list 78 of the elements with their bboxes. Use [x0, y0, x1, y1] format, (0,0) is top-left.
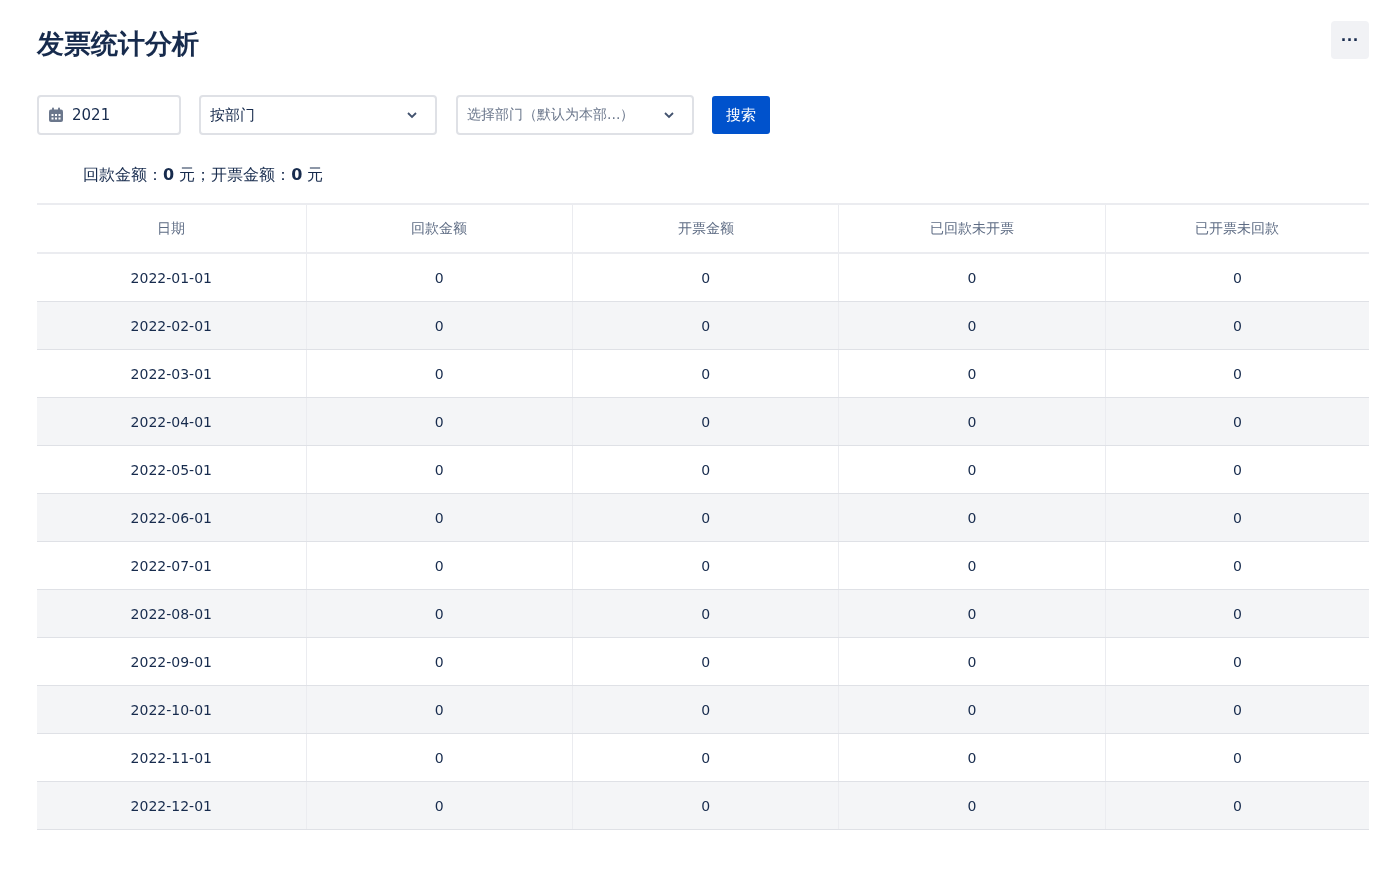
table-cell: 0: [306, 589, 573, 638]
table-cell: 2022-04-01: [37, 397, 307, 446]
table-cell: 0: [1105, 685, 1369, 734]
column-header: 日期: [37, 204, 307, 253]
table-cell: 0: [838, 493, 1106, 542]
table-cell: 0: [572, 253, 839, 302]
table-cell: 0: [838, 445, 1106, 494]
table-cell: 0: [838, 685, 1106, 734]
table-cell: 0: [1105, 781, 1369, 830]
summary-text: 回款金额：0 元；开票金额：0 元: [83, 165, 325, 186]
table-cell: 0: [838, 541, 1106, 590]
table-cell: 0: [306, 685, 573, 734]
column-header: 已回款未开票: [838, 204, 1106, 253]
table-cell: 0: [1105, 349, 1369, 398]
table-cell: 2022-12-01: [37, 781, 307, 830]
department-placeholder: 选择部门（默认为本部...）: [467, 106, 635, 124]
table-cell: 0: [572, 541, 839, 590]
table-cell: 0: [572, 733, 839, 782]
table-cell: 0: [572, 301, 839, 350]
table-cell: 0: [1105, 301, 1369, 350]
table-cell: 0: [306, 349, 573, 398]
table-cell: 0: [572, 589, 839, 638]
table-cell: 0: [306, 637, 573, 686]
page-title: 发票统计分析: [37, 27, 199, 61]
table-cell: 0: [1105, 493, 1369, 542]
table-cell: 0: [572, 781, 839, 830]
table-cell: 0: [572, 349, 839, 398]
table-cell: 0: [572, 685, 839, 734]
column-header: 已开票未回款: [1105, 204, 1369, 253]
table-cell: 2022-09-01: [37, 637, 307, 686]
year-picker[interactable]: 2021: [37, 95, 181, 135]
table-cell: 2022-02-01: [37, 301, 307, 350]
table-cell: 2022-05-01: [37, 445, 307, 494]
table-cell: 0: [838, 589, 1106, 638]
table-cell: 0: [1105, 589, 1369, 638]
department-select[interactable]: 选择部门（默认为本部...）: [456, 95, 694, 135]
table-cell: 2022-11-01: [37, 733, 307, 782]
table-cell: 0: [838, 637, 1106, 686]
more-button[interactable]: ···: [1331, 21, 1369, 59]
table-cell: 0: [1105, 637, 1369, 686]
table-cell: 0: [838, 253, 1106, 302]
table-cell: 0: [306, 253, 573, 302]
chevron-down-icon: [664, 111, 674, 119]
table-cell: 0: [306, 733, 573, 782]
table-cell: 0: [306, 493, 573, 542]
group-by-select[interactable]: 按部门: [199, 95, 437, 135]
table-cell: 0: [572, 397, 839, 446]
table-cell: 0: [838, 733, 1106, 782]
table-cell: 2022-01-01: [37, 253, 307, 302]
table-cell: 2022-10-01: [37, 685, 307, 734]
table-cell: 2022-07-01: [37, 541, 307, 590]
table-cell: 2022-03-01: [37, 349, 307, 398]
table-cell: 0: [306, 397, 573, 446]
table-cell: 0: [838, 781, 1106, 830]
chevron-down-icon: [407, 111, 417, 119]
table-cell: 0: [1105, 733, 1369, 782]
calendar-icon: [48, 107, 64, 123]
table-cell: 0: [306, 541, 573, 590]
table-cell: 0: [1105, 253, 1369, 302]
table-cell: 0: [572, 637, 839, 686]
table-cell: 0: [1105, 541, 1369, 590]
table-cell: 0: [306, 781, 573, 830]
table-cell: 2022-08-01: [37, 589, 307, 638]
table-cell: 0: [1105, 445, 1369, 494]
column-header: 回款金额: [306, 204, 573, 253]
year-value: 2021: [72, 106, 111, 124]
table-cell: 0: [572, 493, 839, 542]
column-header: 开票金额: [572, 204, 839, 253]
table-cell: 0: [306, 301, 573, 350]
table-cell: 0: [1105, 397, 1369, 446]
table-cell: 0: [306, 445, 573, 494]
table-cell: 0: [838, 349, 1106, 398]
table-cell: 2022-06-01: [37, 493, 307, 542]
search-button[interactable]: 搜索: [712, 96, 770, 134]
table-cell: 0: [838, 397, 1106, 446]
table-cell: 0: [572, 445, 839, 494]
group-by-value: 按部门: [210, 105, 255, 125]
table-cell: 0: [838, 301, 1106, 350]
